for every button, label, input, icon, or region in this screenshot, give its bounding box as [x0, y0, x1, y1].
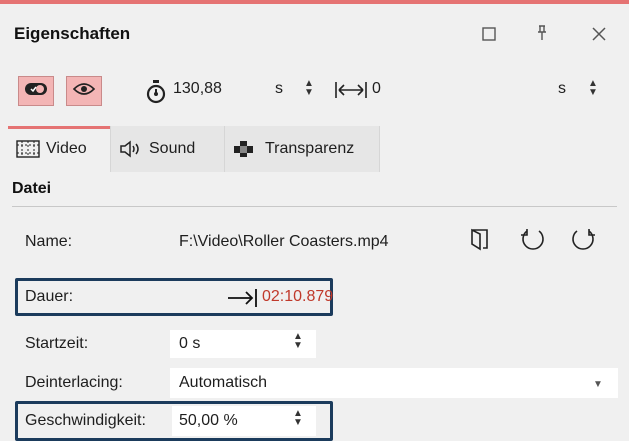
- speaker-icon: [119, 139, 143, 159]
- section-title: Datei: [12, 180, 52, 197]
- toggle-switch-icon: [24, 82, 48, 101]
- rotate-left-button[interactable]: [517, 226, 549, 258]
- book-icon: [470, 228, 490, 257]
- duration-spinner[interactable]: ▲ ▼: [303, 79, 315, 101]
- panel-title: Eigenschaften: [14, 24, 131, 43]
- chevron-down-icon[interactable]: ▼: [593, 379, 603, 390]
- tab-sound-label: Sound: [149, 140, 196, 157]
- section-divider: [12, 206, 617, 207]
- startzeit-spinner[interactable]: ▲ ▼: [292, 332, 304, 354]
- duration-unit: s: [275, 80, 283, 97]
- geschwindigkeit-input[interactable]: 50,00 %: [179, 412, 238, 430]
- dauer-value: 02:10.879: [262, 288, 334, 305]
- startzeit-label: Startzeit:: [25, 335, 89, 352]
- deinterlacing-select[interactable]: Automatisch: [179, 374, 267, 392]
- deinterlacing-label: Deinterlacing:: [25, 374, 123, 391]
- rotate-right-icon: [569, 226, 597, 259]
- width-arrows-icon: [335, 80, 367, 105]
- offset-input[interactable]: 0: [372, 80, 381, 98]
- name-label: Name:: [25, 233, 73, 250]
- rotate-left-icon: [519, 226, 547, 259]
- tab-sound[interactable]: Sound: [111, 126, 225, 172]
- toggle-visible-button[interactable]: [66, 76, 102, 106]
- chevron-down-icon: ▼: [293, 417, 303, 428]
- tab-transparenz[interactable]: Transparenz: [225, 126, 380, 172]
- pin-button[interactable]: [529, 22, 555, 48]
- chevron-down-icon: ▼: [293, 340, 303, 351]
- offset-spinner[interactable]: ▲ ▼: [587, 79, 599, 101]
- arrow-to-bar-icon: [226, 288, 258, 313]
- name-value[interactable]: F:\Video\Roller Coasters.mp4: [179, 233, 389, 251]
- duration-input[interactable]: 130,88: [173, 80, 222, 98]
- transparency-icon: [233, 139, 259, 159]
- title-bar: Eigenschaften: [0, 4, 629, 62]
- toolbar: 130,88 s ▲ ▼ 0 s ▲ ▼: [0, 62, 629, 124]
- offset-unit: s: [558, 80, 566, 97]
- dauer-label: Dauer:: [25, 288, 74, 305]
- geschwindigkeit-spinner[interactable]: ▲ ▼: [292, 409, 304, 431]
- tab-video[interactable]: Video: [8, 126, 111, 172]
- rotate-right-button[interactable]: [567, 226, 599, 258]
- film-icon: [16, 140, 40, 158]
- tab-video-label: Video: [46, 140, 87, 157]
- chevron-down-icon: ▼: [304, 87, 314, 98]
- startzeit-input[interactable]: 0 s: [179, 335, 200, 353]
- chevron-down-icon: ▼: [588, 87, 598, 98]
- properties-panel: Eigenschaften 130,88 s ▲ ▼ 0 s ▲ ▼ Video…: [0, 0, 629, 441]
- close-button[interactable]: [586, 22, 612, 48]
- square-icon: [482, 25, 496, 46]
- toggle-active-button[interactable]: [18, 76, 54, 106]
- tab-transparenz-label: Transparenz: [265, 140, 355, 157]
- pin-icon: [535, 24, 549, 46]
- eye-icon: [72, 82, 96, 101]
- tab-bar: Video Sound Transparenz: [8, 126, 380, 172]
- open-file-button[interactable]: [464, 226, 496, 258]
- stopwatch-icon: [146, 80, 166, 109]
- geschwindigkeit-label: Geschwindigkeit:: [25, 412, 146, 429]
- close-icon: [592, 25, 606, 46]
- maximize-button[interactable]: [476, 22, 502, 48]
